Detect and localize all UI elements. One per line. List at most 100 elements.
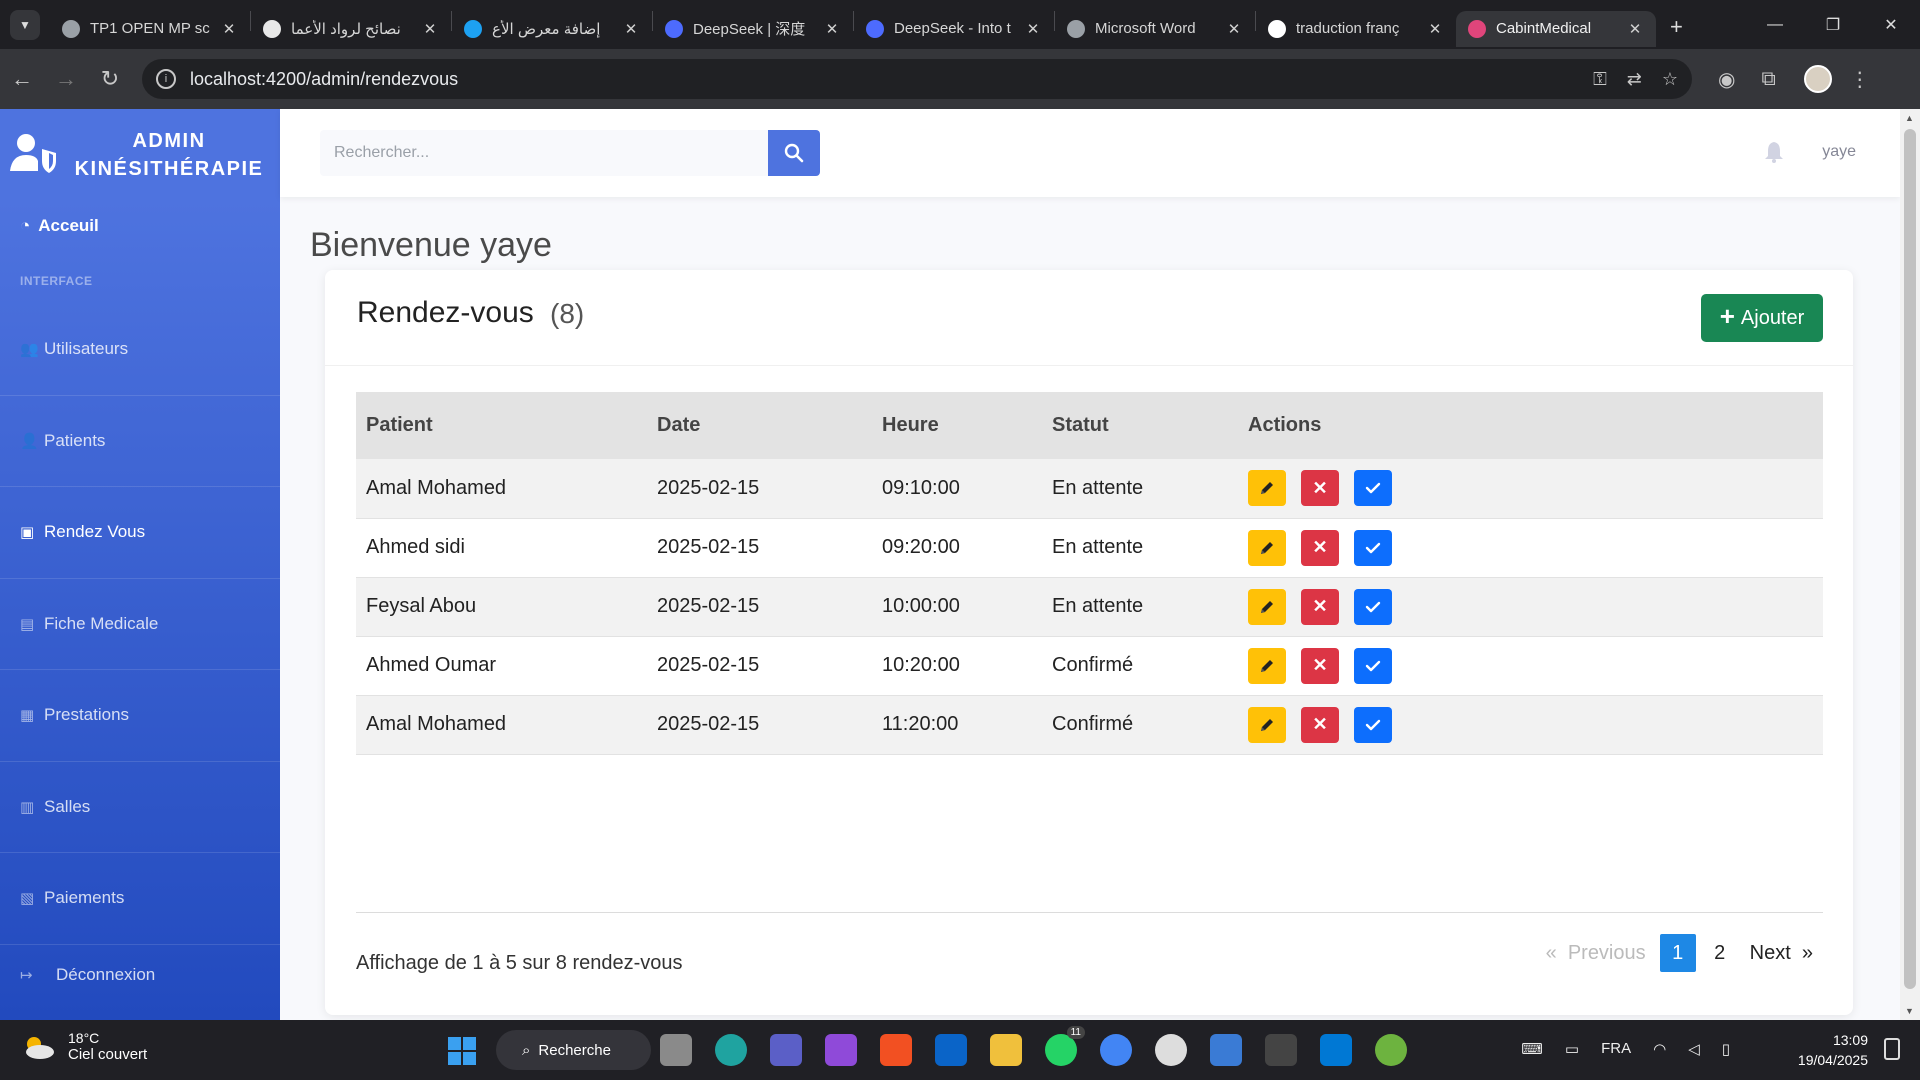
scrollbar-thumb[interactable] <box>1904 129 1916 989</box>
browser-tab[interactable]: Microsoft Word ✕ <box>1055 11 1255 47</box>
confirm-button[interactable] <box>1354 706 1392 743</box>
delete-button[interactable]: ✕ <box>1301 588 1339 625</box>
clipchamp-icon[interactable] <box>825 1034 857 1066</box>
sidebar-item-patients[interactable]: 👤 Patients <box>0 396 280 487</box>
sidebar-item-paiements[interactable]: ▧ Paiements <box>0 853 280 945</box>
edit-button[interactable] <box>1248 529 1286 566</box>
restore-icon[interactable]: ❐ <box>1804 0 1862 49</box>
wifi-icon[interactable]: ◠ <box>1653 1040 1666 1058</box>
volume-icon[interactable]: ◁ <box>1688 1040 1700 1058</box>
pagination-next[interactable]: Next » <box>1750 942 1813 965</box>
spring-tools-icon[interactable] <box>1375 1034 1407 1066</box>
browser-tab[interactable]: DeepSeek | 深度 ✕ <box>653 11 853 47</box>
forward-icon[interactable]: → <box>44 57 88 101</box>
browser-tab[interactable]: DeepSeek - Into t ✕ <box>854 11 1054 47</box>
translate-icon[interactable]: ⇄ <box>1627 69 1642 90</box>
chrome-icon[interactable] <box>1100 1034 1132 1066</box>
scroll-down-icon[interactable]: ▼ <box>1905 1006 1914 1016</box>
edit-button[interactable] <box>1248 588 1286 625</box>
sidebar-item-salles[interactable]: ▥ Salles <box>0 762 280 853</box>
reload-icon[interactable]: ↻ <box>88 57 132 101</box>
teams-icon[interactable] <box>770 1034 802 1066</box>
browser-menu-icon[interactable]: ⋮ <box>1850 67 1870 92</box>
close-tab-icon[interactable]: ✕ <box>823 20 841 38</box>
close-tab-icon[interactable]: ✕ <box>1426 20 1444 38</box>
edge-icon[interactable] <box>715 1034 747 1066</box>
close-tab-icon[interactable]: ✕ <box>1024 20 1042 38</box>
whatsapp-icon[interactable]: 11 <box>1045 1026 1085 1066</box>
close-tab-icon[interactable]: ✕ <box>1225 20 1243 38</box>
topbar-username[interactable]: yaye <box>1822 143 1856 161</box>
delete-button[interactable]: ✕ <box>1301 647 1339 684</box>
browser-tab[interactable]: traduction franç ✕ <box>1256 11 1456 47</box>
browser-tab[interactable]: إضافة معرض الأع ✕ <box>452 11 652 47</box>
edit-button[interactable] <box>1248 470 1286 507</box>
remote-desktop-icon[interactable] <box>1210 1034 1242 1066</box>
store-icon[interactable] <box>880 1034 912 1066</box>
extensions-puzzle-icon[interactable]: ⧉ <box>1761 68 1775 91</box>
bookmark-star-icon[interactable]: ☆ <box>1662 69 1678 90</box>
close-tab-icon[interactable]: ✕ <box>421 20 439 38</box>
outlook-icon[interactable] <box>935 1034 967 1066</box>
pagination-page-2[interactable]: 2 <box>1702 934 1738 972</box>
page-scrollbar[interactable]: ▲ ▼ <box>1900 109 1920 1020</box>
windows-start-icon[interactable] <box>448 1037 476 1065</box>
url-field[interactable]: i localhost:4200/admin/rendezvous ⚿ ⇄ ☆ <box>142 59 1692 99</box>
bell-icon[interactable] <box>1764 141 1784 169</box>
sidebar-item-label: Acceuil <box>38 216 99 235</box>
edit-button[interactable] <box>1248 647 1286 684</box>
close-tab-icon[interactable]: ✕ <box>1626 20 1644 38</box>
sidebar-item-utilisateurs[interactable]: 👥 Utilisateurs <box>0 304 280 396</box>
scroll-up-icon[interactable]: ▲ <box>1905 113 1914 123</box>
pagination-page-1[interactable]: 1 <box>1659 934 1696 972</box>
search-input[interactable] <box>320 130 768 176</box>
new-tab-button[interactable]: + <box>1670 14 1683 40</box>
color-extension-icon[interactable]: ◉ <box>1718 67 1735 92</box>
obs-icon[interactable] <box>1155 1034 1187 1066</box>
browser-tab[interactable]: TP1 OPEN MP sc ✕ <box>50 11 250 47</box>
site-info-icon[interactable]: i <box>156 69 176 89</box>
minimize-icon[interactable]: — <box>1746 0 1804 49</box>
task-view-icon[interactable] <box>660 1034 692 1066</box>
sidebar-item-fiche-medicale[interactable]: ▤ Fiche Medicale <box>0 579 280 670</box>
terminal-icon[interactable] <box>1265 1034 1297 1066</box>
language-indicator[interactable]: FRA <box>1601 1040 1631 1058</box>
table-row: Amal Mohamed 2025-02-15 11:20:00 Confirmé ✕ <box>356 695 1823 754</box>
sidebar-item-déconnexion[interactable]: ↦ Déconnexion <box>0 945 280 1005</box>
tab-search-button[interactable]: ▼ <box>10 9 40 40</box>
confirm-button[interactable] <box>1354 588 1392 625</box>
confirm-button[interactable] <box>1354 470 1392 507</box>
vscode-icon[interactable] <box>1320 1034 1352 1066</box>
profile-avatar[interactable] <box>1803 65 1832 93</box>
back-icon[interactable]: ← <box>0 57 44 101</box>
browser-tab[interactable]: CabintMedical ✕ <box>1456 10 1656 47</box>
delete-button[interactable]: ✕ <box>1301 706 1339 743</box>
cell-patient: Ahmed sidi <box>366 536 465 558</box>
add-appointment-button[interactable]: + Ajouter <box>1701 294 1823 342</box>
delete-button[interactable]: ✕ <box>1301 529 1339 566</box>
sidebar-brand[interactable]: ADMIN KINÉSITHÉRAPIE <box>0 109 280 200</box>
search-button[interactable] <box>768 130 820 176</box>
sidebar-item-rendez-vous[interactable]: ▣ Rendez Vous <box>0 487 280 579</box>
taskbar-clock[interactable]: 13:09 19/04/2025 <box>1798 1030 1868 1070</box>
sidebar-item-prestations[interactable]: ▦ Prestations <box>0 670 280 762</box>
confirm-button[interactable] <box>1354 529 1392 566</box>
delete-button[interactable]: ✕ <box>1301 470 1339 507</box>
notification-icon[interactable] <box>1884 1038 1900 1060</box>
edit-button[interactable] <box>1248 706 1286 743</box>
weather-widget[interactable]: 18°C Ciel couvert <box>20 1030 147 1063</box>
close-tab-icon[interactable]: ✕ <box>622 20 640 38</box>
display-icon[interactable]: ▭ <box>1565 1040 1579 1058</box>
check-icon <box>1364 598 1382 616</box>
close-tab-icon[interactable]: ✕ <box>220 20 238 38</box>
close-window-icon[interactable]: ✕ <box>1862 0 1920 49</box>
battery-icon[interactable]: ▯ <box>1722 1040 1730 1058</box>
sidebar-item-home[interactable]: ◔ Acceuil <box>0 200 280 252</box>
password-key-icon[interactable]: ⚿ <box>1593 69 1607 90</box>
confirm-button[interactable] <box>1354 647 1392 684</box>
file-explorer-icon[interactable] <box>990 1034 1022 1066</box>
browser-tab[interactable]: نصائح لرواد الأعما ✕ <box>251 11 451 47</box>
pagination-previous[interactable]: « Previous <box>1546 942 1646 965</box>
taskbar-search[interactable]: ⌕ Recherche <box>496 1030 651 1070</box>
keyboard-icon[interactable]: ⌨ <box>1521 1040 1543 1058</box>
